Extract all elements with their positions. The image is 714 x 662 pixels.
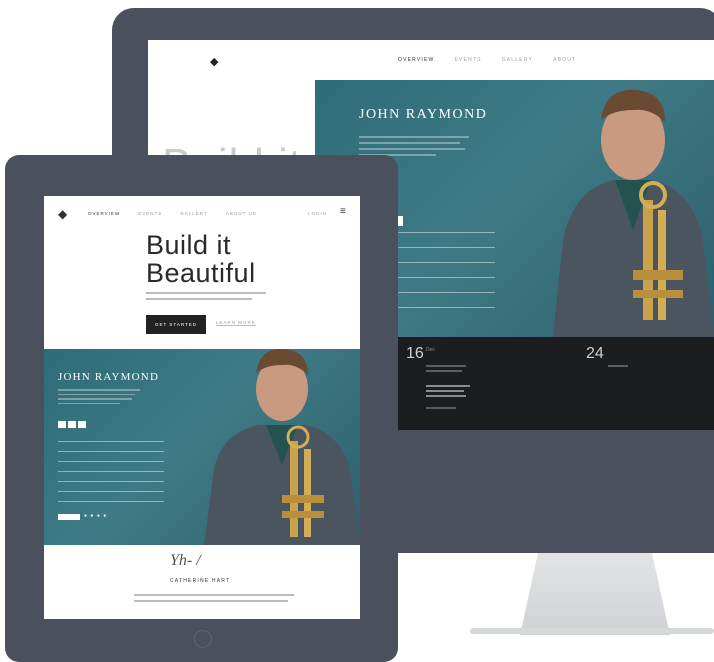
desktop-nav-item-events[interactable]: EVENTS xyxy=(454,57,481,63)
hexagon-logo-icon[interactable]: ◆ xyxy=(210,55,218,68)
tablet-player-controls xyxy=(58,421,86,428)
tablet-track-row[interactable] xyxy=(58,501,164,502)
tablet-track-row[interactable] xyxy=(58,481,164,482)
tablet-social-icons[interactable]: ● ● ● ● xyxy=(84,513,107,519)
event-detail xyxy=(608,365,628,367)
tablet-login-link[interactable]: LOGIN xyxy=(308,211,327,216)
tablet-share-button[interactable] xyxy=(58,514,80,520)
next-icon[interactable] xyxy=(78,421,86,428)
desktop-nav-links: OVERVIEW EVENTS GALLERY ABOUT xyxy=(398,57,576,63)
event-detail xyxy=(426,407,456,409)
monitor-stand xyxy=(520,553,670,635)
trumpet-player-photo xyxy=(553,89,714,337)
tablet-track-row[interactable] xyxy=(58,451,164,452)
hamburger-menu-icon[interactable]: ≡ xyxy=(340,206,346,217)
event-detail xyxy=(426,365,466,367)
event-detail xyxy=(426,370,462,372)
desktop-nav-item-overview[interactable]: OVERVIEW xyxy=(398,57,434,63)
play-icon[interactable] xyxy=(68,421,76,428)
testimonial-author: CATHERINE HART xyxy=(170,578,231,584)
tablet-artist-bio xyxy=(58,389,140,407)
desktop-navbar: ◆ OVERVIEW EVENTS GALLERY ABOUT xyxy=(148,40,714,80)
tablet-track-row[interactable] xyxy=(58,491,164,492)
tablet-track-row[interactable] xyxy=(58,441,164,442)
tablet-nav-item-about[interactable]: ABOUT US xyxy=(226,211,257,216)
testimonial-quote xyxy=(134,594,294,606)
desktop-nav-item-about[interactable]: ABOUT xyxy=(553,57,576,63)
get-started-button[interactable]: GET STARTED xyxy=(146,315,206,334)
event-month: Dec xyxy=(426,347,435,353)
monitor-stand-base xyxy=(470,628,714,634)
tablet-hero-title-line1: Build it xyxy=(146,230,232,260)
tablet-nav-links: OVERVIEW EVENTS GALLERY ABOUT US xyxy=(88,211,257,216)
tablet-home-button[interactable] xyxy=(194,630,212,648)
trumpet-player-photo xyxy=(204,349,360,545)
tablet-screen: ◆ OVERVIEW EVENTS GALLERY ABOUT US LOGIN… xyxy=(44,196,360,619)
prev-icon[interactable] xyxy=(58,421,66,428)
tablet-navbar: ◆ OVERVIEW EVENTS GALLERY ABOUT US LOGIN… xyxy=(44,196,360,232)
tablet-nav-item-events[interactable]: EVENTS xyxy=(138,211,162,216)
tablet-hero-title-line2: Beautiful xyxy=(146,258,256,288)
tablet-hero-lead xyxy=(146,292,266,304)
event-detail xyxy=(426,385,470,387)
event-detail xyxy=(426,395,466,397)
tablet-artist-name: JOHN RAYMOND xyxy=(58,371,160,383)
desktop-nav-item-gallery[interactable]: GALLERY xyxy=(502,57,533,63)
event-day: 16 xyxy=(406,345,424,362)
desktop-events-panel: 16 Dec 24 xyxy=(396,337,714,430)
event-day: 24 xyxy=(586,345,604,362)
learn-more-link[interactable]: LEARN MORE xyxy=(216,320,256,326)
tablet-artist-panel: JOHN RAYMOND ● ● ● ● xyxy=(44,349,360,545)
hexagon-logo-icon[interactable]: ◆ xyxy=(58,207,67,221)
testimonial-signature: Yh- / xyxy=(170,552,201,569)
event-detail xyxy=(426,390,464,392)
desktop-artist-name: JOHN RAYMOND xyxy=(359,107,488,122)
tablet-nav-item-overview[interactable]: OVERVIEW xyxy=(88,211,120,216)
tablet-track-row[interactable] xyxy=(58,471,164,472)
tablet-track-row[interactable] xyxy=(58,461,164,462)
tablet-nav-item-gallery[interactable]: GALLERY xyxy=(180,211,208,216)
